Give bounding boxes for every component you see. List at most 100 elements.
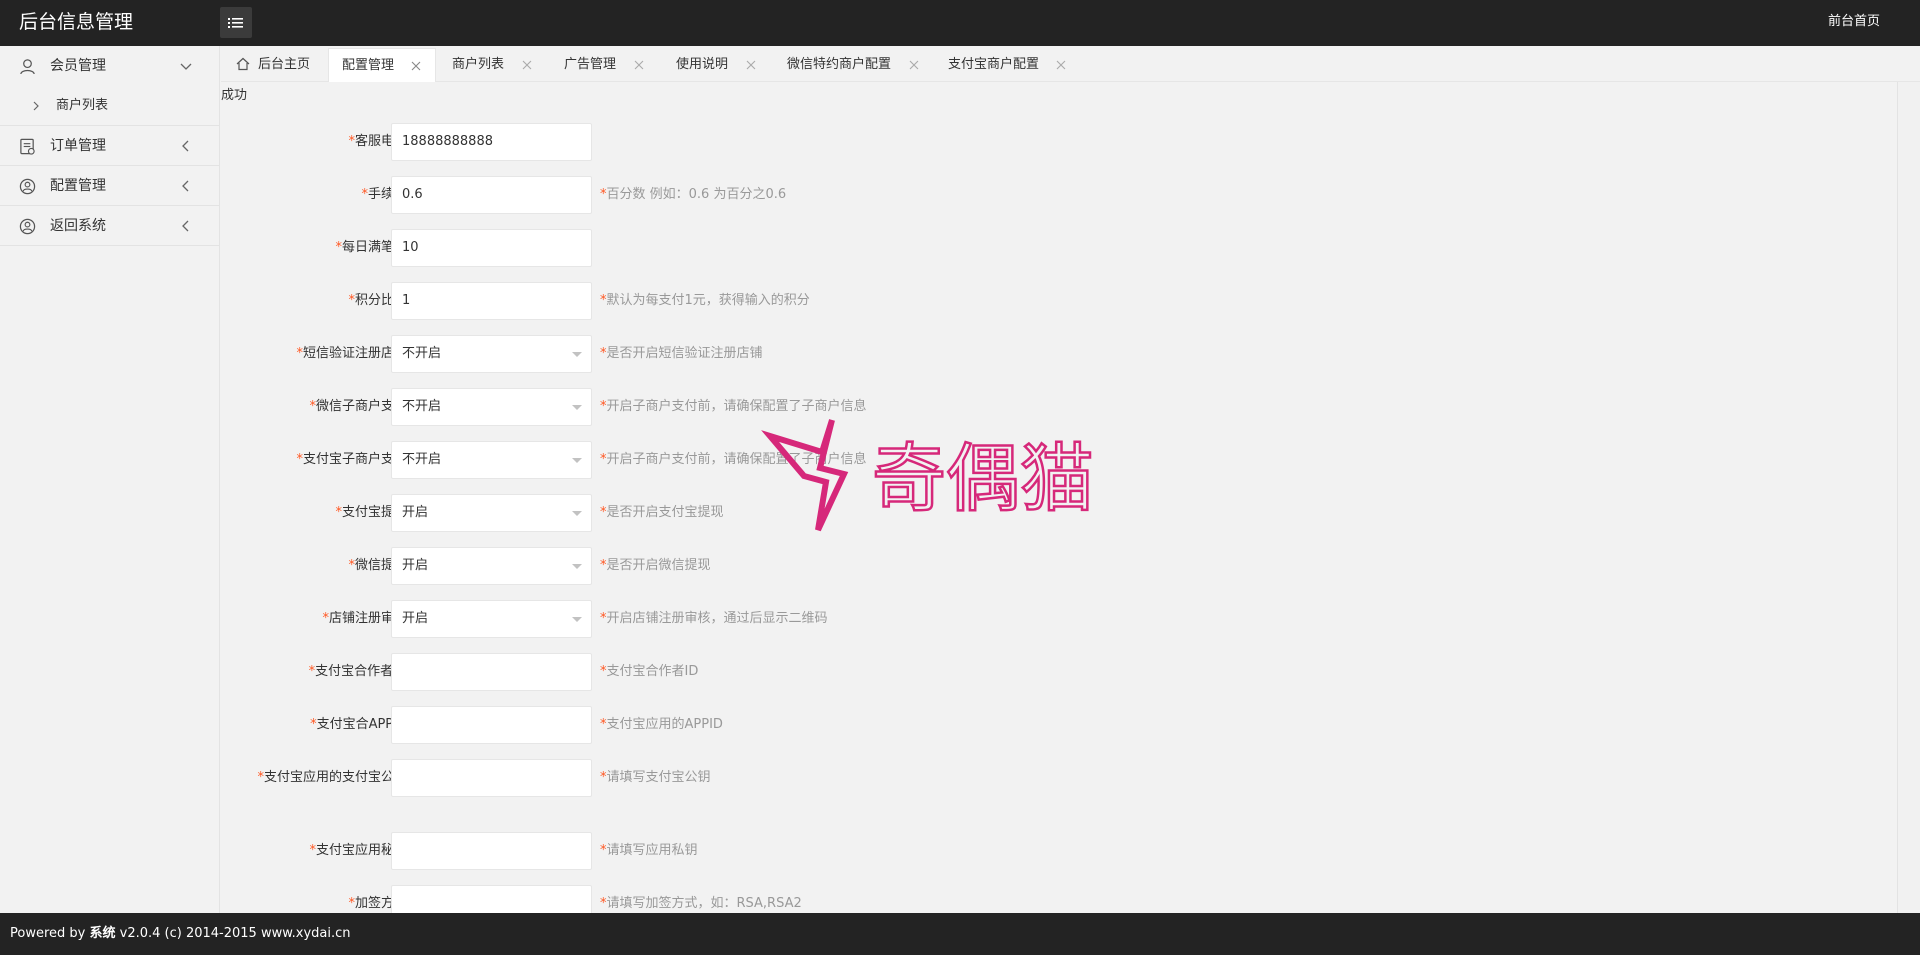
field-value: 开启 xyxy=(402,505,429,520)
lightning-logo-icon xyxy=(761,419,849,532)
home-icon xyxy=(236,57,250,71)
chevron-left-icon xyxy=(182,140,189,152)
tab-alipay-merchant-config[interactable]: 支付宝商户配置 xyxy=(935,48,1085,82)
field-value: 不开启 xyxy=(402,399,442,414)
caret-down-icon xyxy=(572,405,582,410)
tab-config[interactable]: 配置管理 xyxy=(328,48,436,82)
field-hint-text: 开启子商户支付前，请确保配置了子商户信息 xyxy=(606,399,867,414)
field-value: 0.6 xyxy=(402,187,423,202)
tab-usage-guide[interactable]: 使用说明 xyxy=(663,48,773,82)
field-label: *支付宝提现 xyxy=(251,503,407,522)
chevron-left-icon xyxy=(182,220,189,232)
sidebar-item-orders[interactable]: 订单管理 xyxy=(0,126,219,166)
close-icon[interactable] xyxy=(522,60,532,70)
text-input[interactable]: 10 xyxy=(391,229,592,267)
chevron-right-icon xyxy=(33,101,39,111)
sidebar-item-merchant-list[interactable]: 商户列表 xyxy=(0,86,219,126)
settings-icon xyxy=(19,178,36,195)
tab-label: 使用说明 xyxy=(676,57,729,72)
close-icon[interactable] xyxy=(1056,60,1066,70)
vertical-scrollbar[interactable] xyxy=(1897,82,1920,913)
field-hint-text: 默认为每支付1元，获得输入的积分 xyxy=(606,293,810,308)
text-input[interactable]: 18888888888 xyxy=(391,123,592,161)
tab-label: 后台主页 xyxy=(258,57,311,72)
tab-wechat-merchant-config[interactable]: 微信特约商户配置 xyxy=(774,48,932,82)
caret-down-icon xyxy=(572,458,582,463)
close-icon[interactable] xyxy=(411,61,421,71)
sidebar-item-label: 商户列表 xyxy=(56,98,109,113)
footer-version: v2.0.4 (c) 2014-2015 www.xydai.cn xyxy=(115,926,351,941)
select-field[interactable]: 不开启 xyxy=(391,388,592,426)
field-value: 1 xyxy=(402,293,411,308)
tab-home[interactable]: 后台主页 xyxy=(223,48,325,82)
field-hint: *百分数 例如：0.6 为百分之0.6 xyxy=(600,185,786,204)
tab-label: 商户列表 xyxy=(452,57,505,72)
field-hint: *开启店铺注册审核，通过后显示二维码 xyxy=(600,609,828,628)
text-input[interactable]: 1 xyxy=(391,282,592,320)
field-label-text: 支付宝应用的支付宝公钥 xyxy=(263,770,407,785)
field-label: *手续费 xyxy=(251,185,407,204)
field-hint-text: 是否开启微信提现 xyxy=(606,558,711,573)
select-field[interactable]: 不开启 xyxy=(391,335,592,373)
tab-merchant-list[interactable]: 商户列表 xyxy=(439,48,549,82)
select-field[interactable]: 开启 xyxy=(391,494,592,532)
select-field[interactable]: 开启 xyxy=(391,547,592,585)
sidebar-item-members[interactable]: 会员管理 xyxy=(0,46,219,86)
close-icon[interactable] xyxy=(746,60,756,70)
field-hint-text: 支付宝应用的APPID xyxy=(606,717,723,732)
sidebar-item-label: 配置管理 xyxy=(50,178,106,194)
tab-label: 支付宝商户配置 xyxy=(948,57,1040,72)
field-label: *客服电话 xyxy=(251,132,407,151)
field-hint: *是否开启支付宝提现 xyxy=(600,503,724,522)
field-label: *店铺注册审核 xyxy=(251,609,407,628)
field-hint-text: 支付宝合作者ID xyxy=(606,664,699,679)
footer-prefix: Powered by xyxy=(10,926,90,941)
menu-toggle-button[interactable] xyxy=(220,7,252,38)
sidebar-item-label: 会员管理 xyxy=(50,58,106,74)
watermark-text: 奇偶猫 xyxy=(872,436,1094,522)
field-value: 10 xyxy=(402,240,419,255)
field-hint: *开启子商户支付前，请确保配置了子商户信息 xyxy=(600,397,867,416)
sidebar: 会员管理 商户列表 订单管理 配置管理 返回系统 xyxy=(0,46,220,913)
field-hint: *请填写支付宝公钥 xyxy=(600,768,711,787)
chevron-down-icon xyxy=(180,63,192,70)
field-value: 18888888888 xyxy=(402,134,493,149)
field-value: 开启 xyxy=(402,611,429,626)
order-icon xyxy=(20,138,35,155)
field-label: *积分比列 xyxy=(251,291,407,310)
close-icon[interactable] xyxy=(634,60,644,70)
sidebar-item-label: 订单管理 xyxy=(50,138,106,154)
front-home-link[interactable]: 前台首页 xyxy=(1828,0,1880,44)
user-icon xyxy=(20,59,35,75)
field-hint-text: 是否开启短信验证注册店铺 xyxy=(606,346,763,361)
footer-system-name: 系统 xyxy=(89,926,116,941)
sidebar-item-return[interactable]: 返回系统 xyxy=(0,206,219,246)
text-input[interactable] xyxy=(391,759,592,797)
field-hint-text: 请填写应用私钥 xyxy=(606,843,698,858)
field-value: 不开启 xyxy=(402,346,442,361)
caret-down-icon xyxy=(572,617,582,622)
text-input[interactable] xyxy=(391,885,592,913)
app-title: 后台信息管理 xyxy=(19,11,134,33)
select-field[interactable]: 不开启 xyxy=(391,441,592,479)
field-hint-text: 百分数 例如：0.6 为百分之0.6 xyxy=(606,187,787,202)
field-label: *短信验证注册店铺 xyxy=(251,344,407,363)
field-value: 不开启 xyxy=(402,452,442,467)
field-hint: *默认为每支付1元，获得输入的积分 xyxy=(600,291,810,310)
text-input[interactable] xyxy=(391,706,592,744)
close-icon[interactable] xyxy=(909,60,919,70)
field-label: *支付宝合作者ID xyxy=(251,662,407,681)
select-field[interactable]: 开启 xyxy=(391,600,592,638)
tab-label: 微信特约商户配置 xyxy=(787,57,892,72)
text-input[interactable]: 0.6 xyxy=(391,176,592,214)
text-input[interactable] xyxy=(391,832,592,870)
sidebar-item-config[interactable]: 配置管理 xyxy=(0,166,219,206)
text-input[interactable] xyxy=(391,653,592,691)
field-label: *支付宝应用的支付宝公钥 xyxy=(251,768,407,787)
field-hint: *支付宝应用的APPID xyxy=(600,715,723,734)
field-hint: *是否开启微信提现 xyxy=(600,556,711,575)
tab-ads[interactable]: 广告管理 xyxy=(551,48,661,82)
status-message: 成功 xyxy=(221,88,248,103)
field-label: *支付宝合APPID xyxy=(251,715,407,734)
footer: Powered by 系统 v2.0.4 (c) 2014-2015 www.x… xyxy=(0,913,1920,955)
